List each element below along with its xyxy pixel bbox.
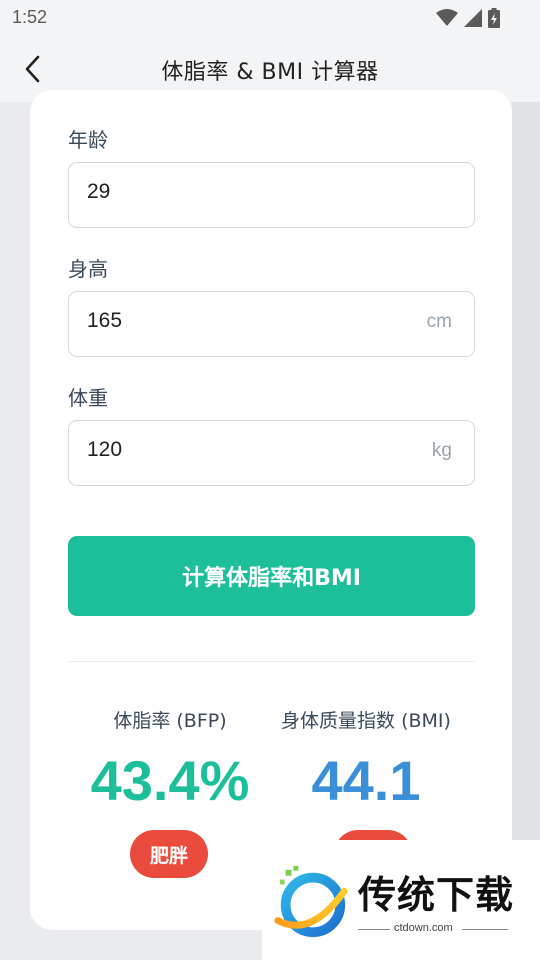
watermark-line-right: [462, 929, 508, 930]
status-icons: [436, 8, 500, 28]
status-bar: 1:52: [0, 0, 540, 36]
watermark-line-left: [358, 929, 390, 930]
bmi-title: 身体质量指数 (BMI): [281, 710, 451, 732]
height-unit: cm: [426, 311, 452, 332]
calculator-card: 年龄 29 身高 165 cm 体重 120 kg 计算体脂率和BMI 体脂率 …: [30, 90, 512, 930]
watermark-name: 传统下载: [358, 873, 515, 917]
calculate-button[interactable]: 计算体脂率和BMI: [68, 536, 475, 616]
signal-icon: [464, 9, 482, 27]
weight-value: 120: [87, 438, 123, 461]
bfp-status-badge: 肥胖: [130, 830, 208, 878]
weight-field[interactable]: 120 kg: [68, 420, 475, 486]
weight-unit: kg: [431, 440, 452, 461]
height-field[interactable]: 165 cm: [68, 291, 475, 357]
age-value: 29: [87, 180, 111, 203]
bfp-value: 43.4%: [90, 749, 250, 812]
weight-label: 体重: [68, 386, 108, 410]
height-label: 身高: [68, 257, 108, 281]
wifi-icon: [436, 9, 458, 26]
battery-icon: [488, 8, 500, 28]
age-label: 年龄: [68, 128, 108, 152]
height-value: 165: [87, 309, 123, 332]
watermark-url: ctdown.com: [394, 922, 453, 934]
watermark: 传统下载 ctdown.com: [262, 840, 540, 960]
ctdown-logo-icon: [274, 865, 348, 938]
age-field[interactable]: 29: [68, 162, 475, 228]
divider: [68, 661, 475, 662]
bmi-value: 44.1: [311, 749, 421, 812]
page-title: 体脂率 & BMI 计算器: [161, 60, 379, 85]
scroll-track: [512, 102, 540, 842]
bfp-title: 体脂率 (BFP): [113, 710, 227, 732]
status-time: 1:52: [12, 7, 48, 27]
